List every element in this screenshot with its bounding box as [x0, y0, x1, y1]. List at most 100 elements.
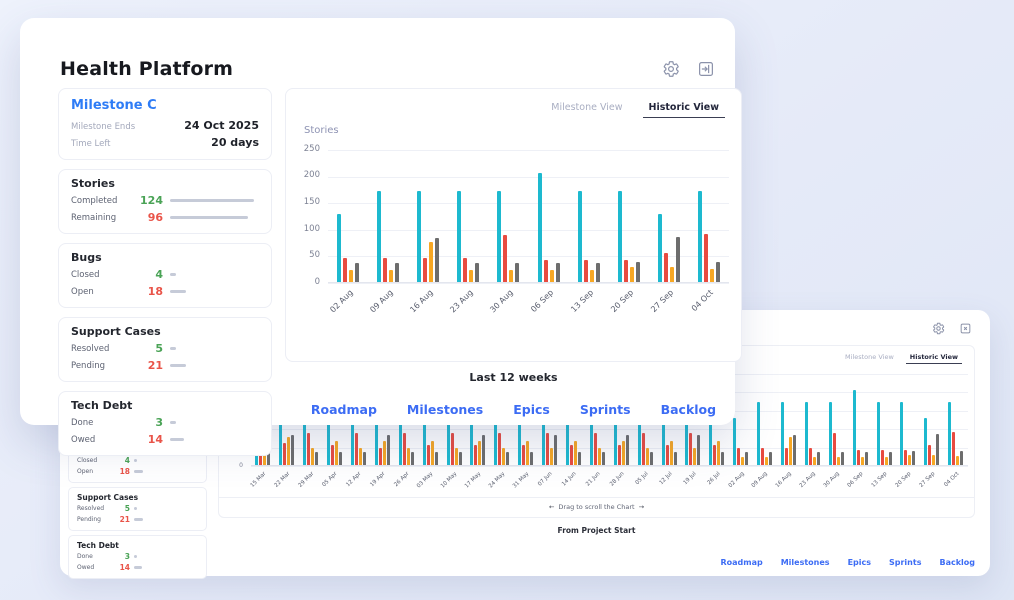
- bar-group-23-aug: [805, 402, 820, 465]
- drag-hint: ←Drag to scroll the Chart→: [219, 503, 974, 511]
- bar-red: [584, 260, 588, 282]
- stat-card-tech-debt: Tech DebtDone3Owed14: [68, 535, 207, 579]
- bar-red: [423, 258, 427, 282]
- bar-red: [809, 448, 812, 465]
- bar-teal: [377, 191, 381, 283]
- nav-link-roadmap[interactable]: Roadmap: [311, 402, 377, 417]
- x-label-23-aug: 23 Aug: [448, 283, 488, 325]
- x-label-26-apr: 26 Apr: [394, 466, 418, 490]
- right-arrow-icon: →: [635, 503, 648, 511]
- bar-gray: [721, 452, 724, 465]
- nav-link-backlog[interactable]: Backlog: [661, 402, 717, 417]
- bar-red: [331, 445, 334, 465]
- x-label-20-sep: 20 Sep: [896, 466, 920, 490]
- bar-orange: [630, 267, 634, 282]
- bar-teal: [658, 214, 662, 282]
- x-label-19-jul: 19 Jul: [681, 466, 705, 490]
- milestone-name: Milestone C: [71, 98, 259, 113]
- bar-orange: [383, 441, 386, 465]
- bar-orange: [590, 270, 594, 282]
- bar-group-20-sep: [900, 402, 915, 465]
- bar-group-13-sep: [578, 191, 600, 283]
- bar-orange: [335, 441, 338, 465]
- nav-link-roadmap[interactable]: Roadmap: [720, 558, 762, 567]
- bar-group-06-sep: [853, 390, 868, 465]
- bar-red: [546, 433, 549, 465]
- time-left-value: 20 days: [211, 136, 259, 149]
- bar-red: [403, 433, 406, 465]
- x-label-10-may: 10 May: [442, 466, 466, 490]
- bar-orange: [502, 448, 505, 465]
- bar-red: [379, 448, 382, 465]
- bar-teal: [698, 191, 702, 283]
- bar-red: [594, 433, 597, 465]
- stat-bar: [134, 470, 143, 473]
- bar-red: [503, 235, 507, 282]
- x-label-04-oct: 04 Oct: [689, 283, 729, 325]
- bar-orange: [646, 448, 649, 465]
- bar-orange: [789, 437, 792, 465]
- bar-group-30-aug: [497, 191, 519, 283]
- nav-link-backlog[interactable]: Backlog: [939, 558, 975, 567]
- stat-row-resolved: Resolved5: [77, 504, 198, 513]
- stat-label: Open: [77, 468, 113, 475]
- stat-bar: [170, 273, 176, 276]
- nav-link-milestones[interactable]: Milestones: [781, 558, 830, 567]
- nav-link-epics[interactable]: Epics: [848, 558, 871, 567]
- bar-orange: [670, 267, 674, 282]
- nav-link-milestones[interactable]: Milestones: [407, 402, 483, 417]
- x-label-06-sep: 06 Sep: [528, 283, 568, 325]
- settings-gear-icon[interactable]: [662, 60, 680, 78]
- x-label-16-aug: 16 Aug: [408, 283, 448, 325]
- bar-teal: [877, 402, 880, 465]
- nav-link-sprints[interactable]: Sprints: [580, 402, 631, 417]
- x-label-02-aug: 02 Aug: [328, 283, 368, 325]
- bar-orange: [407, 448, 410, 465]
- nav-link-epics[interactable]: Epics: [513, 402, 550, 417]
- bar-gray: [475, 263, 479, 282]
- stat-value: 3: [113, 552, 130, 561]
- bar-orange: [741, 457, 744, 465]
- bar-teal: [853, 390, 856, 465]
- bottom-nav: Roadmap Milestones Epics Sprints Backlog: [285, 402, 742, 417]
- bar-teal: [733, 418, 736, 465]
- bar-red: [833, 433, 836, 465]
- chart-caption: From Project Start: [218, 526, 975, 535]
- collapse-window-icon[interactable]: [959, 322, 972, 335]
- bar-gray: [674, 452, 677, 465]
- x-label-27-sep: 27 Sep: [920, 466, 944, 490]
- stat-bar: [134, 566, 142, 569]
- bar-gray: [793, 435, 796, 465]
- bar-gray: [650, 452, 653, 465]
- stat-row-open: Open18: [77, 467, 198, 476]
- x-label-12-jul: 12 Jul: [657, 466, 681, 490]
- x-label-21-jun: 21 Jun: [586, 466, 610, 490]
- stat-value: 18: [113, 467, 130, 476]
- stat-row-pending: Pending21: [77, 515, 198, 524]
- bar-orange: [861, 457, 864, 465]
- bar-red: [570, 445, 573, 465]
- stat-row-done: Done3: [71, 416, 259, 429]
- stat-card-title: Stories: [71, 177, 259, 190]
- bar-gray: [530, 452, 533, 465]
- stat-row-owed: Owed14: [77, 563, 198, 572]
- bar-red: [642, 433, 645, 465]
- stat-value: 96: [133, 211, 163, 224]
- open-panel-icon[interactable]: [697, 60, 715, 78]
- stat-value: 18: [133, 285, 163, 298]
- stat-label: Open: [71, 287, 133, 297]
- bar-red: [463, 258, 467, 282]
- settings-gear-icon[interactable]: [932, 322, 945, 335]
- bar-red: [857, 450, 860, 465]
- bar-teal: [337, 214, 341, 282]
- main-window: Health Platform Milestone C Mi: [20, 18, 735, 425]
- stat-card-title: Support Cases: [77, 493, 198, 502]
- bar-group-30-aug: [829, 402, 844, 465]
- divider: [219, 497, 974, 498]
- nav-link-sprints[interactable]: Sprints: [889, 558, 921, 567]
- bar-red: [307, 433, 310, 465]
- stat-card-title: Tech Debt: [71, 399, 259, 412]
- stat-card-title: Tech Debt: [77, 541, 198, 550]
- bar-gray: [745, 452, 748, 465]
- stat-label: Pending: [71, 361, 133, 371]
